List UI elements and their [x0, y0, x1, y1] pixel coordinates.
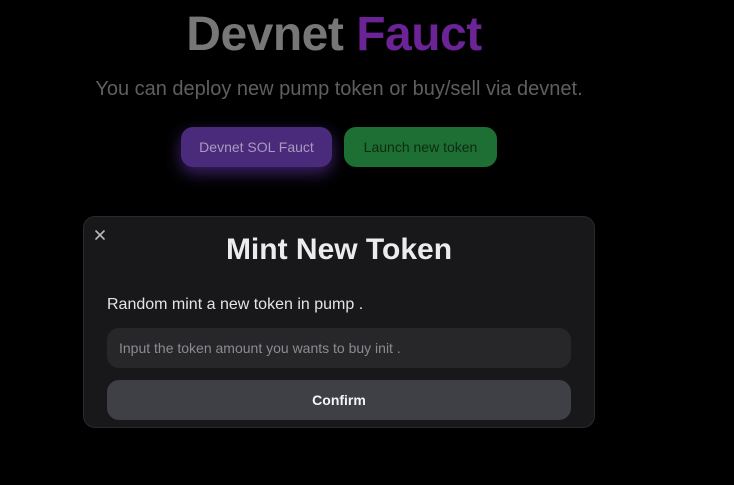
confirm-button[interactable]: Confirm: [107, 380, 571, 420]
token-amount-input[interactable]: [107, 328, 571, 368]
title-devnet: Devnet: [186, 8, 344, 61]
mint-token-modal: Mint New Token Random mint a new token i…: [83, 216, 595, 428]
devnet-sol-faucet-button[interactable]: Devnet SOL Fauct: [181, 127, 332, 167]
page-title: Devnet Fauct: [0, 6, 668, 64]
title-fauct: Fauct: [356, 8, 482, 61]
launch-new-token-button[interactable]: Launch new token: [344, 127, 497, 167]
page: Devnet Fauct You can deploy new pump tok…: [0, 0, 734, 485]
modal-description: Random mint a new token in pump .: [107, 296, 364, 313]
page-subtitle: You can deploy new pump token or buy/sel…: [95, 78, 583, 100]
modal-title: Mint New Token: [225, 233, 453, 266]
